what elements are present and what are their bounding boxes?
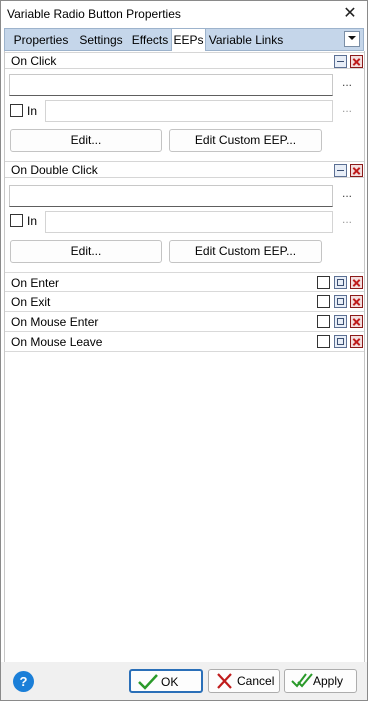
on-double-click-in-field[interactable] (45, 211, 333, 233)
on-click-edit-button[interactable]: Edit... (10, 129, 162, 152)
section-on-click-header: On Click (5, 52, 364, 69)
event-row-on-mouse-leave: On Mouse Leave (5, 332, 364, 352)
title-bar: Variable Radio Button Properties ✕ (1, 1, 367, 27)
on-double-click-in-browse-button[interactable]: ... (342, 212, 352, 226)
properties-dialog: Variable Radio Button Properties ✕ Prope… (0, 0, 368, 701)
double-check-icon (291, 673, 313, 688)
on-click-in-browse-button[interactable]: ... (342, 101, 352, 115)
event-enable-checkbox[interactable] (317, 335, 330, 348)
close-icon[interactable]: ✕ (339, 3, 361, 25)
apply-label: Apply (313, 674, 344, 688)
cancel-label: Cancel (237, 674, 275, 688)
on-click-in-checkbox[interactable] (10, 104, 23, 117)
event-enable-checkbox[interactable] (317, 276, 330, 289)
tab-overflow-dropdown[interactable] (344, 31, 360, 47)
on-click-in-label: In (27, 104, 38, 118)
checkmark-icon (138, 674, 158, 690)
event-enable-checkbox[interactable] (317, 295, 330, 308)
chevron-down-icon (348, 36, 356, 40)
on-double-click-edit-custom-button[interactable]: Edit Custom EEP... (169, 240, 322, 263)
delete-icon[interactable] (350, 295, 363, 308)
tab-strip: Properties Settings Effects EEPs Variabl… (4, 28, 364, 51)
collapse-icon[interactable] (334, 55, 347, 68)
tab-properties[interactable]: Properties (9, 31, 73, 50)
tab-variable-links[interactable]: Variable Links (207, 31, 285, 50)
expand-icon[interactable] (334, 335, 347, 348)
expand-icon[interactable] (334, 315, 347, 328)
section-on-click-label: On Click (11, 54, 57, 68)
on-double-click-in-checkbox[interactable] (10, 214, 23, 227)
delete-icon[interactable] (350, 55, 363, 68)
on-double-click-edit-button[interactable]: Edit... (10, 240, 162, 263)
expand-icon[interactable] (334, 295, 347, 308)
tab-settings[interactable]: Settings (75, 31, 127, 50)
cancel-button[interactable]: Cancel (208, 669, 280, 693)
on-click-eep-field[interactable] (9, 74, 333, 96)
event-row-on-exit: On Exit (5, 292, 364, 312)
eeps-panel: On Click ... In ... Edit... Edit Custom … (4, 51, 365, 662)
section-on-double-click-label: On Double Click (11, 163, 98, 177)
delete-icon[interactable] (350, 335, 363, 348)
ok-label: OK (161, 675, 179, 689)
delete-icon[interactable] (350, 276, 363, 289)
dialog-footer: ? OK Cancel Apply (1, 662, 367, 700)
on-double-click-in-label: In (27, 214, 38, 228)
expand-icon[interactable] (334, 276, 347, 289)
on-double-click-browse-button[interactable]: ... (342, 186, 352, 200)
event-label: On Mouse Leave (11, 335, 103, 349)
apply-button[interactable]: Apply (284, 669, 357, 693)
on-click-browse-button[interactable]: ... (342, 75, 352, 89)
on-double-click-eep-field[interactable] (9, 185, 333, 207)
window-title: Variable Radio Button Properties (7, 7, 181, 21)
tab-effects[interactable]: Effects (128, 31, 172, 50)
delete-icon[interactable] (350, 315, 363, 328)
event-row-on-mouse-enter: On Mouse Enter (5, 312, 364, 332)
event-label: On Mouse Enter (11, 315, 99, 329)
tab-eeps[interactable]: EEPs (171, 29, 206, 51)
event-enable-checkbox[interactable] (317, 315, 330, 328)
help-icon[interactable]: ? (13, 671, 34, 692)
delete-icon[interactable] (350, 164, 363, 177)
event-label: On Enter (11, 276, 60, 290)
event-label: On Exit (11, 295, 51, 309)
on-click-edit-custom-button[interactable]: Edit Custom EEP... (169, 129, 322, 152)
on-click-in-field[interactable] (45, 100, 333, 122)
cancel-x-icon (217, 673, 232, 689)
section-on-double-click-header: On Double Click (5, 161, 364, 178)
event-row-on-enter: On Enter (5, 272, 364, 292)
ok-button[interactable]: OK (129, 669, 203, 693)
collapse-icon[interactable] (334, 164, 347, 177)
